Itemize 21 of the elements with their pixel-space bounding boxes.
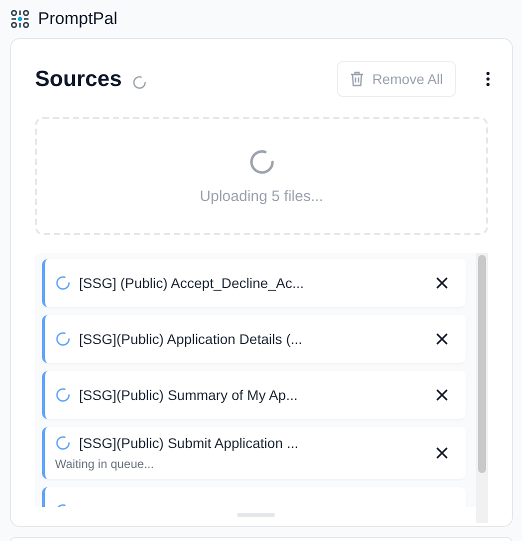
close-icon xyxy=(436,447,448,459)
close-icon xyxy=(436,333,448,345)
section-title: Sources xyxy=(35,66,122,92)
trash-icon xyxy=(350,71,364,87)
spinner-icon xyxy=(55,275,71,291)
spinner-icon xyxy=(55,387,71,403)
close-icon xyxy=(436,389,448,401)
logo-icon xyxy=(10,9,30,29)
file-name: [SSG] (Public) Accept_Decline_Ac... xyxy=(79,275,304,291)
file-name: [SSG](Public) Application Details (... xyxy=(79,331,302,347)
kebab-icon xyxy=(486,71,490,87)
app-title: PromptPal xyxy=(38,9,118,29)
spinner-icon xyxy=(55,435,71,451)
scrollbar[interactable] xyxy=(476,253,488,523)
file-status: Waiting in queue... xyxy=(55,457,155,471)
close-icon xyxy=(436,277,448,289)
file-name: [SSG](Public) Submit Application ... xyxy=(79,435,298,451)
spinner-icon xyxy=(55,331,71,347)
file-name: [SSG](Public) Summary of My Ap... xyxy=(79,387,298,403)
spinner-icon xyxy=(248,148,276,176)
upload-status: Uploading 5 files... xyxy=(200,188,324,204)
